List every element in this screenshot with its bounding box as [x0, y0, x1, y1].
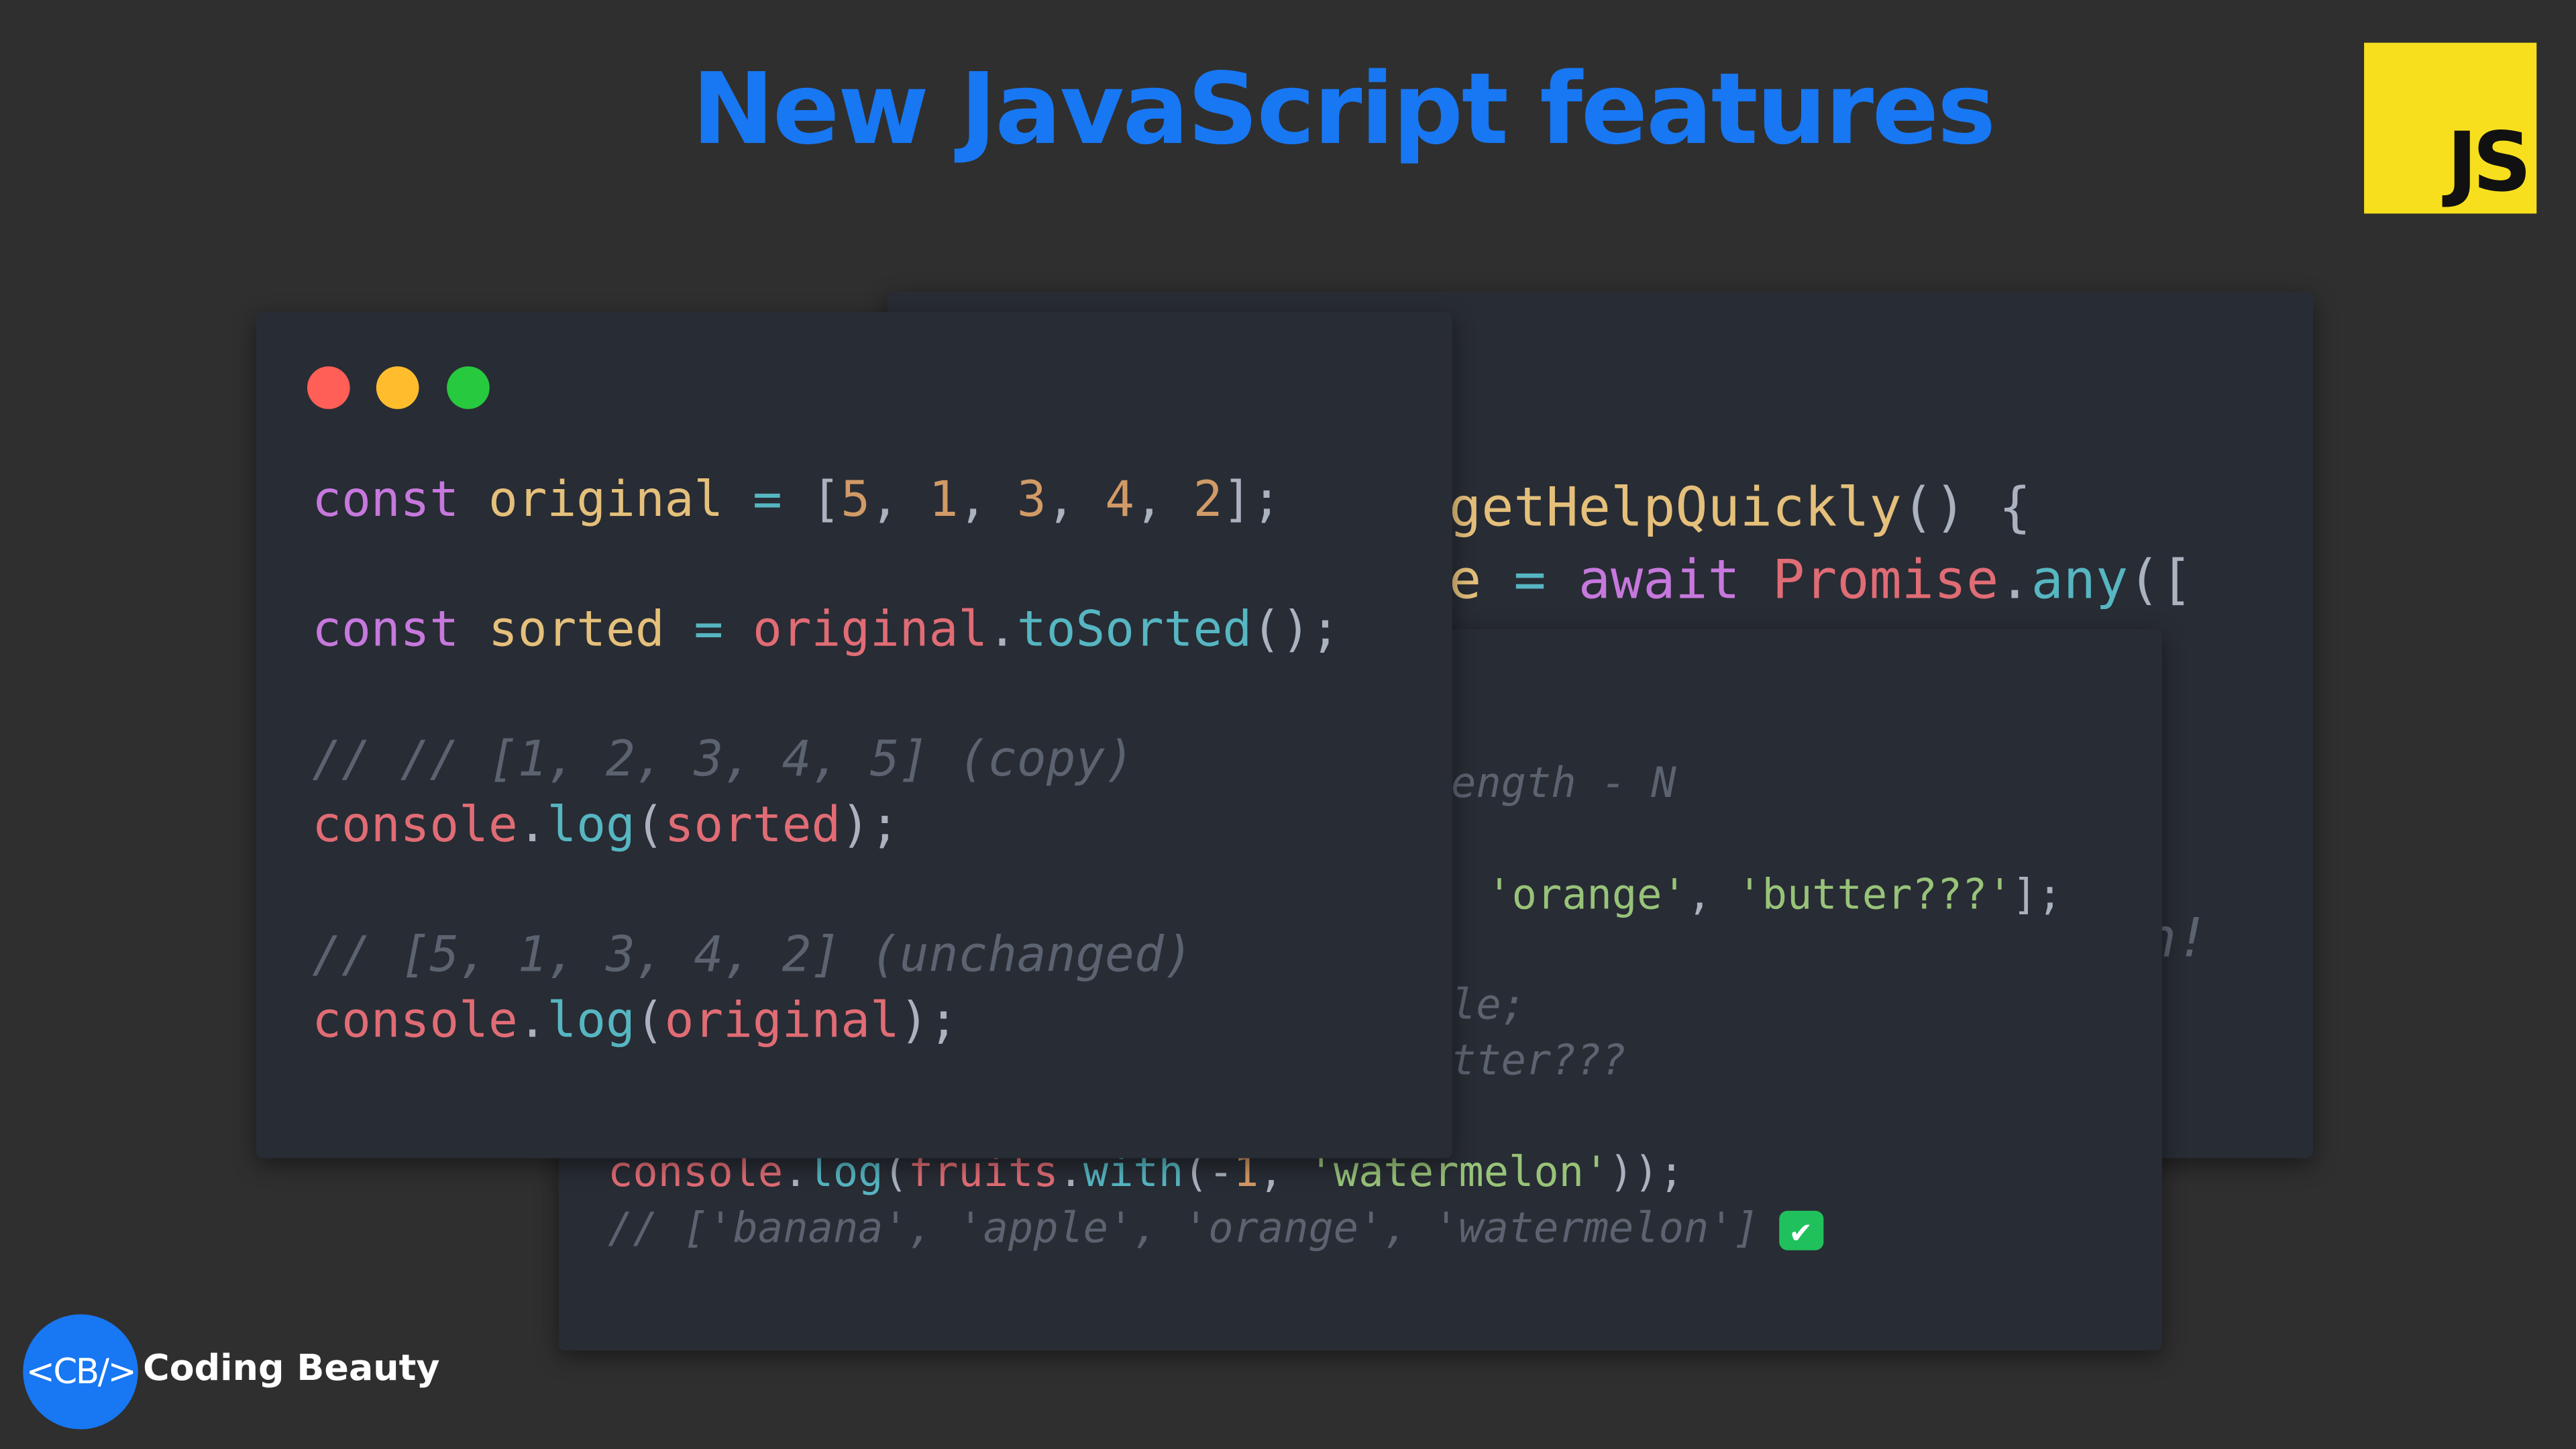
code-token: [	[811, 471, 841, 529]
code-token: sorted	[488, 601, 694, 659]
code-token: ,	[1686, 870, 1737, 918]
code-token: ];	[1222, 471, 1281, 529]
code-token: 'orange'	[1487, 870, 1687, 918]
code-token: );	[899, 992, 959, 1050]
code-line: const original = [5, 1, 3, 4, 2];	[312, 476, 1281, 525]
code-token: );	[841, 796, 900, 855]
code-token: 3	[1016, 471, 1046, 529]
code-token: console	[312, 992, 518, 1050]
code-token: ,	[870, 471, 929, 529]
code-token: const	[312, 601, 488, 659]
code-line: console.log(sorted);	[312, 801, 900, 851]
code-token: length - N	[1426, 759, 1676, 807]
code-token: =	[752, 471, 812, 529]
code-token: =	[1513, 548, 1578, 612]
code-token: original	[488, 471, 753, 529]
code-line: // [5, 1, 3, 4, 2] (unchanged)	[312, 931, 1193, 981]
code-token: 'butter???'	[1737, 870, 2012, 918]
code-token: e	[1449, 548, 1514, 612]
code-token: (	[635, 992, 665, 1050]
code-line: utter???	[1426, 1040, 1626, 1081]
code-token: console	[312, 796, 518, 855]
code-token: log	[547, 796, 635, 855]
code-token: // [5, 1, 3, 4, 2] (unchanged)	[312, 926, 1193, 984]
code-token: ));	[1609, 1148, 1684, 1196]
code-token: const	[312, 471, 488, 529]
js-logo-text: JS	[2447, 115, 2531, 211]
code-line: console.log(original);	[312, 997, 958, 1046]
code-token: .	[517, 992, 547, 1050]
code-line: // // [1, 2, 3, 4, 5] (copy)	[312, 735, 1134, 785]
window-maximize-dot	[447, 366, 490, 409]
code-token: getHelpQuickly	[1449, 476, 1902, 539]
coding-beauty-logo: <CB/>	[23, 1314, 138, 1430]
code-token: toSorted	[1016, 601, 1252, 659]
code-line: e = await Promise.any([	[1449, 553, 2193, 607]
code-token: // // [1, 2, 3, 4, 5] (copy)	[312, 731, 1134, 789]
code-token: original	[664, 992, 900, 1050]
code-token: ,	[1046, 471, 1106, 529]
code-token: original	[752, 601, 988, 659]
code-token: // ['banana', 'apple', 'orange', 'waterm…	[608, 1204, 1759, 1252]
window-close-dot	[307, 366, 350, 409]
code-token: .	[1998, 548, 2031, 612]
code-token: ();	[1252, 601, 1340, 659]
javascript-logo: JS	[2364, 42, 2537, 214]
code-token: ([	[2128, 548, 2193, 612]
check-mark-icon: ✔	[1778, 1210, 1823, 1250]
page-title: New JavaScript features	[692, 52, 1996, 168]
code-token: (	[635, 796, 665, 855]
code-line: getHelpQuickly() {	[1449, 481, 2031, 535]
code-token: any	[2031, 548, 2129, 612]
code-token: =	[694, 601, 753, 659]
thumbnail-canvas: New JavaScript features JS getHelpQuickl…	[0, 0, 2576, 1449]
code-line: 'orange', 'butter???'];	[1487, 874, 2062, 916]
code-token: .	[517, 796, 547, 855]
code-token: 4	[1105, 471, 1135, 529]
code-token: .	[987, 601, 1017, 659]
code-token: ,	[958, 471, 1017, 529]
code-token: 5	[841, 471, 871, 529]
code-token: 1	[928, 471, 959, 529]
code-line: // ['banana', 'apple', 'orange', 'waterm…	[608, 1208, 1823, 1250]
code-token: ];	[2012, 870, 2063, 918]
code-token: 2	[1193, 471, 1223, 529]
code-window-front: const original = [5, 1, 3, 4, 2]; const s…	[256, 312, 1452, 1159]
code-line: const sorted = original.toSorted();	[312, 606, 1340, 655]
code-token: sorted	[664, 796, 841, 855]
code-token: ,	[1134, 471, 1193, 529]
code-token: () {	[1901, 476, 2031, 539]
code-token: Promise	[1772, 548, 1999, 612]
code-token: await	[1578, 548, 1772, 612]
code-line: length - N	[1426, 762, 1676, 804]
window-minimize-dot	[376, 366, 419, 409]
code-token: utter???	[1426, 1036, 1627, 1085]
brand-name: Coding Beauty	[143, 1348, 440, 1390]
code-token: log	[547, 992, 635, 1050]
